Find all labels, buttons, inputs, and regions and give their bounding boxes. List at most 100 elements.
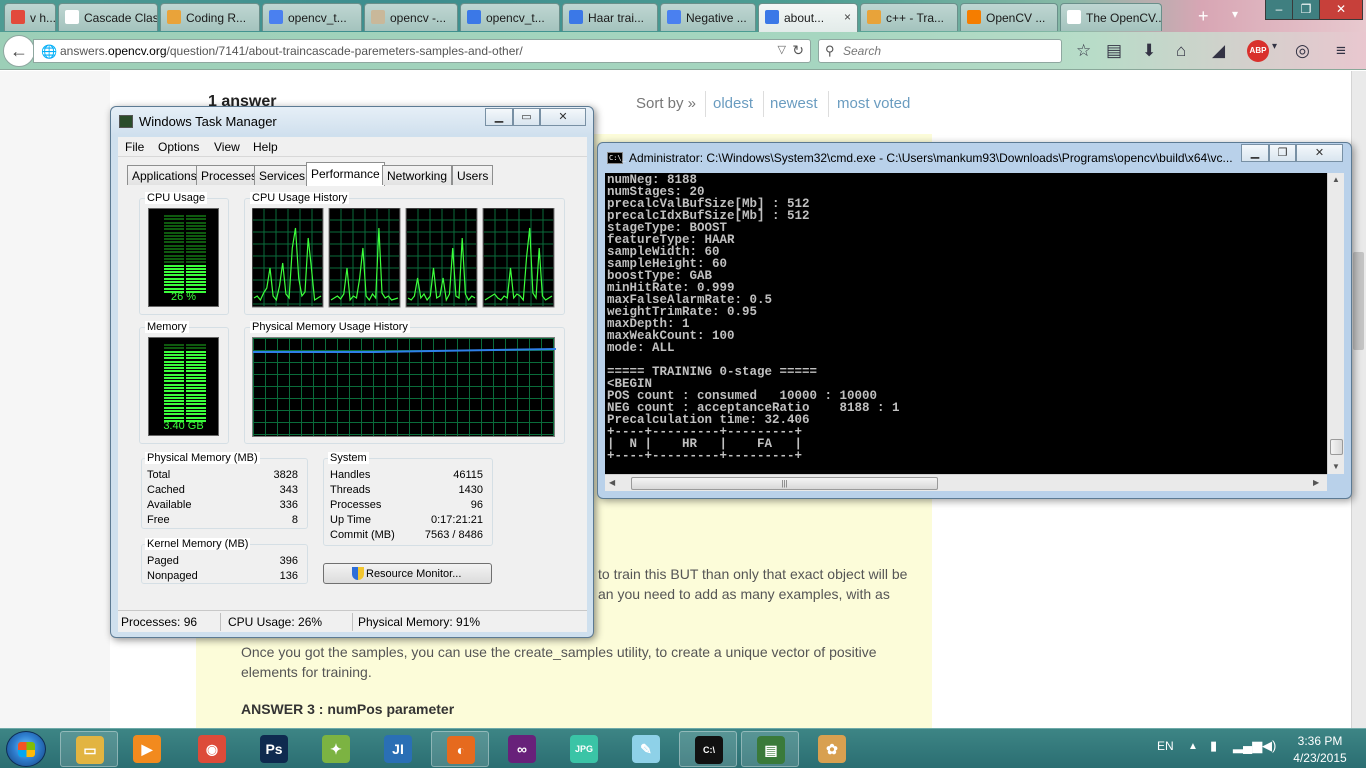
stat-value: 336: [279, 499, 298, 511]
page-scrollbar-thumb[interactable]: [1353, 252, 1364, 350]
new-tab-button[interactable]: +: [1198, 6, 1209, 27]
tab-services[interactable]: Services: [254, 165, 311, 185]
tab-users[interactable]: Users: [452, 165, 494, 185]
cmd-minimize-button[interactable]: ▁: [1241, 144, 1269, 162]
browser-tab[interactable]: v h...: [4, 3, 56, 31]
taskbar-image-viewer-button[interactable]: JPG: [555, 731, 613, 767]
meter-segment: [164, 284, 184, 287]
visual-studio-icon: ∞: [508, 735, 536, 763]
downloads-icon[interactable]: ⬇: [1142, 41, 1156, 61]
scroll-right-arrow-icon[interactable]: ▶: [1313, 478, 1319, 487]
browser-tab[interactable]: The OpenCV...: [1060, 3, 1162, 31]
network-signal-icon[interactable]: ▂▄▆: [1233, 738, 1262, 754]
tray-expand-icon[interactable]: ▲: [1188, 741, 1198, 752]
taskbar-media-player-button[interactable]: ▶: [118, 731, 176, 767]
tm-close-button[interactable]: ✕: [540, 108, 586, 126]
browser-tab[interactable]: opencv -...: [364, 3, 458, 31]
chrome-icon: ◉: [198, 735, 226, 763]
meter-segment: [186, 363, 206, 366]
back-button[interactable]: ←: [3, 35, 35, 67]
cmd-horizontal-thumb[interactable]: |||: [631, 477, 938, 490]
resource-monitor-button[interactable]: Resource Monitor...: [323, 563, 492, 584]
send-icon[interactable]: ◢: [1212, 41, 1225, 61]
cmd-vertical-scrollbar[interactable]: ▲ ▼: [1327, 173, 1344, 474]
url-domain: opencv.org: [108, 44, 167, 58]
menu-options[interactable]: Options: [158, 140, 199, 154]
cmd-vertical-thumb[interactable]: [1330, 439, 1343, 455]
browser-tab[interactable]: Coding R...: [160, 3, 260, 31]
browser-tab[interactable]: opencv_t...: [262, 3, 362, 31]
tab-networking[interactable]: Networking: [382, 165, 453, 185]
taskbar-cmd-button[interactable]: C:\: [679, 731, 737, 767]
clock-date[interactable]: 4/23/2015: [1282, 751, 1358, 765]
search-input[interactable]: ⚲ Search: [818, 39, 1062, 63]
browser-tab[interactable]: Negative ...: [660, 3, 756, 31]
task-manager-titlebar[interactable]: Windows Task Manager ▁ ▭ ✕: [111, 107, 593, 135]
tab-performance[interactable]: Performance: [306, 162, 385, 186]
page-scrollbar[interactable]: [1351, 71, 1366, 728]
browser-maximize-button[interactable]: ❐: [1292, 0, 1320, 20]
taskbar-jetbrains-ide-button[interactable]: JI: [369, 731, 427, 767]
bookmark-star-icon[interactable]: ☆: [1076, 41, 1091, 61]
browser-minimize-button[interactable]: –: [1265, 0, 1293, 20]
cmd-close-button[interactable]: ✕: [1296, 144, 1343, 162]
tray-device-icon[interactable]: ▮: [1210, 738, 1217, 754]
scroll-down-arrow-icon[interactable]: ▼: [1332, 462, 1340, 471]
sync-icon[interactable]: ◎: [1295, 41, 1310, 61]
cmd-horizontal-scrollbar[interactable]: ◀ ||| ▶: [605, 474, 1327, 491]
taskbar-photoshop-button[interactable]: Ps: [245, 731, 303, 767]
sort-oldest-link[interactable]: oldest: [713, 95, 753, 112]
home-icon[interactable]: ⌂: [1176, 41, 1186, 61]
scroll-up-arrow-icon[interactable]: ▲: [1332, 175, 1340, 184]
address-bar[interactable]: 🌐 answers.opencv.org/question/7141/about…: [33, 39, 811, 63]
taskbar-android-studio-button[interactable]: ✦: [307, 731, 365, 767]
tab-label: The OpenCV...: [1086, 11, 1162, 25]
language-indicator[interactable]: EN: [1157, 739, 1174, 753]
cmd-titlebar[interactable]: C:\_ Administrator: C:\Windows\System32\…: [598, 143, 1351, 173]
menu-hamburger-icon[interactable]: ≡: [1336, 41, 1346, 61]
taskbar-task-manager-button[interactable]: ▤: [741, 731, 799, 767]
meter-segment: [186, 353, 206, 356]
cmd-icon: C:\_: [607, 152, 626, 164]
taskbar-visual-studio-button[interactable]: ∞: [493, 731, 551, 767]
cmd-maximize-button[interactable]: ❐: [1269, 144, 1296, 162]
volume-icon[interactable]: ◀): [1262, 738, 1276, 754]
meter-segment: [186, 390, 206, 393]
clock-time[interactable]: 3:36 PM: [1282, 734, 1358, 748]
taskbar-file-explorer-button[interactable]: ▭: [60, 731, 118, 767]
sort-most-voted-link[interactable]: most voted: [837, 95, 910, 112]
adblock-icon[interactable]: ABP: [1247, 40, 1269, 62]
menu-help[interactable]: Help: [253, 140, 278, 154]
sort-newest-link[interactable]: newest: [770, 95, 818, 112]
adblock-dropdown-icon[interactable]: ▾: [1272, 41, 1277, 52]
taskbar-firefox-button[interactable]: ◐: [431, 731, 489, 767]
tm-maximize-button[interactable]: ▭: [513, 108, 540, 126]
menu-file[interactable]: File: [125, 140, 144, 154]
scroll-left-arrow-icon[interactable]: ◀: [609, 478, 615, 487]
tab-close-icon[interactable]: ×: [844, 10, 851, 24]
memory-history-line: [253, 348, 556, 353]
reading-list-icon[interactable]: ▤: [1106, 41, 1122, 61]
tab-processes[interactable]: Processes: [196, 165, 263, 185]
cmd-console-output[interactable]: numNeg: 8188 numStages: 20 precalcValBufSi…: [605, 173, 1327, 474]
tab-list-button[interactable]: ▾: [1232, 7, 1238, 21]
browser-tab[interactable]: opencv_t...: [460, 3, 560, 31]
reload-icon[interactable]: ↻: [792, 42, 804, 59]
browser-tab[interactable]: about... ×: [758, 3, 858, 32]
browser-tab[interactable]: c++ - Tra...: [860, 3, 958, 31]
start-button[interactable]: [6, 731, 46, 767]
browser-close-button[interactable]: ✕: [1319, 0, 1363, 20]
url-history-dropdown[interactable]: ▽: [778, 43, 786, 56]
tm-minimize-button[interactable]: ▁: [485, 108, 513, 126]
taskbar-chrome-button[interactable]: ◉: [183, 731, 241, 767]
browser-tab[interactable]: Haar trai...: [562, 3, 658, 31]
navigation-toolbar: ← 🌐 answers.opencv.org/question/7141/abo…: [0, 32, 1366, 70]
menu-view[interactable]: View: [214, 140, 240, 154]
browser-tab[interactable]: Cascade Clas...: [58, 3, 158, 31]
taskbar-notepad-button[interactable]: ✎: [617, 731, 675, 767]
meter-segment: [186, 274, 206, 277]
browser-tab[interactable]: OpenCV ...: [960, 3, 1058, 31]
tab-applications[interactable]: Applications: [127, 165, 202, 185]
taskbar-paint-button[interactable]: ✿: [803, 731, 861, 767]
meter-segment: [186, 261, 206, 264]
